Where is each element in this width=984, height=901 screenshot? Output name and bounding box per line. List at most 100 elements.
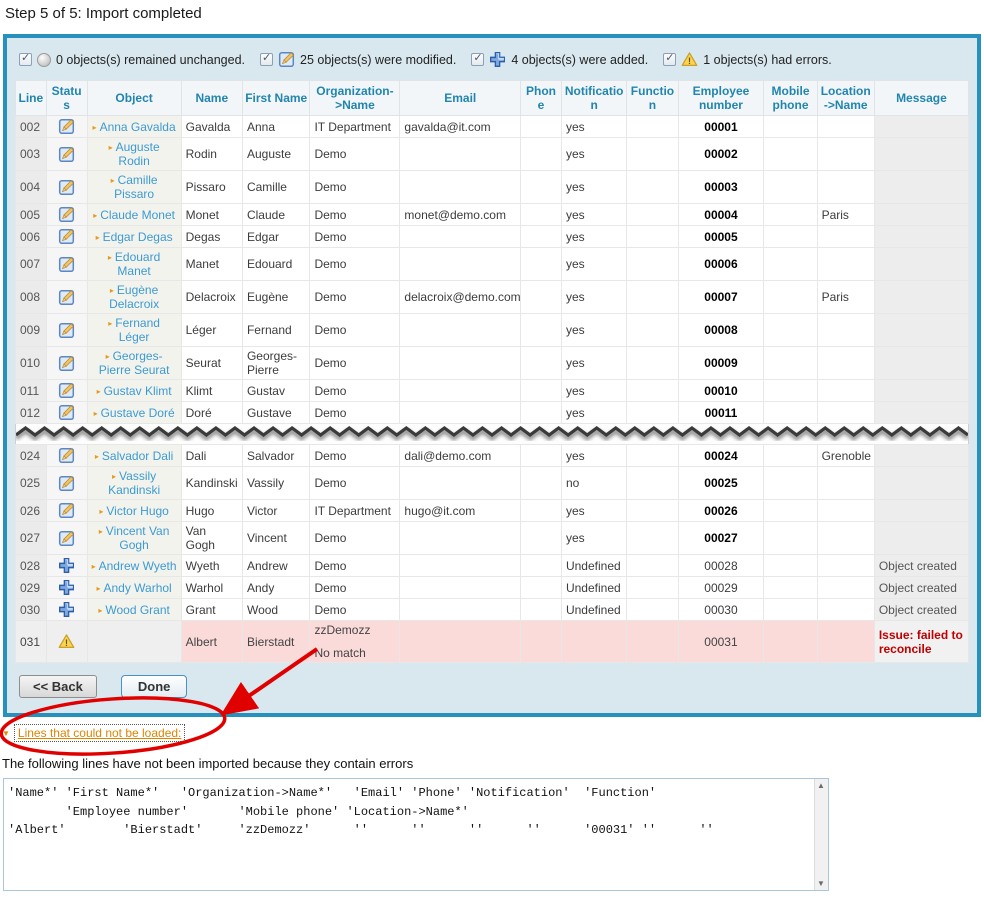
column-header: Mobile phone (764, 81, 817, 116)
scrollbar[interactable]: ▲ ▼ (814, 779, 828, 890)
cell-notification: yes (561, 281, 626, 314)
cell-phone (521, 467, 562, 500)
cell-message: Object created (874, 577, 968, 599)
object-link[interactable]: Fernand Léger (115, 316, 160, 344)
cell-location (817, 555, 874, 577)
object-link[interactable]: Claude Monet (100, 208, 175, 222)
raw-error-lines-text: 'Name*' 'First Name*' 'Organization->Nam… (8, 784, 810, 840)
cell-object (87, 621, 181, 663)
cell-mobile-phone (764, 226, 817, 248)
cell-message (874, 380, 968, 402)
cell-line: 005 (16, 204, 47, 226)
cell-mobile-phone (764, 116, 817, 138)
cell-message (874, 171, 968, 204)
object-link[interactable]: Edouard Manet (115, 250, 160, 278)
object-link[interactable]: Edgar Degas (103, 230, 173, 244)
cell-function (627, 226, 678, 248)
cell-first-name: Vincent (242, 522, 309, 555)
cell-employee-number: 00031 (678, 621, 764, 663)
cell-organization: Demo (310, 445, 400, 467)
added-icon (58, 601, 75, 618)
cell-message (874, 522, 968, 555)
object-link[interactable]: Andy Warhol (103, 581, 171, 595)
caret-down-icon: ▼ (2, 729, 10, 738)
cell-phone (521, 380, 562, 402)
raw-error-lines-box[interactable]: 'Name*' 'First Name*' 'Organization->Nam… (3, 778, 829, 891)
cell-name: Grant (181, 599, 242, 621)
table-row: 010▸Georges-Pierre SeuratSeuratGeorges-P… (16, 347, 969, 380)
column-header: Organization->Name (310, 81, 400, 116)
cell-status (46, 248, 87, 281)
cell-object: ▸Salvador Dali (87, 445, 181, 467)
column-header: Line (16, 81, 47, 116)
cell-notification: yes (561, 171, 626, 204)
scroll-down-icon[interactable]: ▼ (817, 879, 825, 888)
cell-first-name: Gustave (242, 402, 309, 424)
cell-status (46, 138, 87, 171)
cell-email: monet@demo.com (400, 204, 521, 226)
object-bullet-icon: ▸ (108, 319, 112, 328)
object-link[interactable]: Salvador Dali (102, 449, 173, 463)
object-link[interactable]: Victor Hugo (106, 504, 168, 518)
summary-checkbox[interactable]: ✓ (663, 53, 676, 66)
object-link[interactable]: Andrew Wyeth (99, 559, 177, 573)
reconciliation-note: No match (314, 646, 395, 660)
cell-location (817, 314, 874, 347)
cell-message: Issue: failed to reconcile (874, 621, 968, 663)
column-header: Status (46, 81, 87, 116)
cell-mobile-phone (764, 281, 817, 314)
lines-not-loaded-link[interactable]: Lines that could not be loaded: (14, 724, 185, 742)
cell-message (874, 347, 968, 380)
cell-email: dali@demo.com (400, 445, 521, 467)
table-row: 012▸Gustave DoréDoréGustaveDemoyes00011 (16, 402, 969, 424)
cell-notification: Undefined (561, 555, 626, 577)
cell-function (627, 445, 678, 467)
cell-email (400, 599, 521, 621)
added-icon (489, 51, 506, 68)
cell-status (46, 467, 87, 500)
cell-function (627, 380, 678, 402)
done-button[interactable]: Done (121, 675, 188, 698)
summary-checkbox[interactable]: ✓ (19, 53, 32, 66)
cell-employee-number: 00003 (678, 171, 764, 204)
object-link[interactable]: Anna Gavalda (100, 120, 176, 134)
cell-name: Manet (181, 248, 242, 281)
back-button[interactable]: << Back (19, 675, 97, 698)
object-link[interactable]: Wood Grant (105, 603, 169, 617)
object-link[interactable]: Vincent Van Gogh (106, 524, 170, 552)
modified-icon (58, 228, 75, 245)
cell-mobile-phone (764, 467, 817, 500)
cell-phone (521, 500, 562, 522)
object-link[interactable]: Eugène Delacroix (109, 283, 159, 311)
cell-email (400, 226, 521, 248)
table-row: 009▸Fernand LégerLégerFernandDemoyes0000… (16, 314, 969, 347)
cell-organization: Demo (310, 402, 400, 424)
cell-employee-number: 00024 (678, 445, 764, 467)
cell-object: ▸Gustav Klimt (87, 380, 181, 402)
object-link[interactable]: Gustav Klimt (104, 384, 172, 398)
summary-checkbox[interactable]: ✓ (260, 53, 273, 66)
summary-checkbox[interactable]: ✓ (471, 53, 484, 66)
table-row: 027▸Vincent Van GoghVan GoghVincentDemoy… (16, 522, 969, 555)
cell-line: 031 (16, 621, 47, 663)
cell-name: Delacroix (181, 281, 242, 314)
scroll-up-icon[interactable]: ▲ (817, 781, 825, 790)
cell-object: ▸Anna Gavalda (87, 116, 181, 138)
cell-email (400, 621, 521, 663)
check-icon: ✓ (262, 51, 271, 64)
errors-note: The following lines have not been import… (2, 756, 984, 771)
cell-employee-number: 00028 (678, 555, 764, 577)
modified-icon (58, 289, 75, 306)
cell-mobile-phone (764, 522, 817, 555)
object-link[interactable]: Gustave Doré (101, 406, 175, 420)
modified-icon (58, 146, 75, 163)
added-icon (58, 579, 75, 596)
cell-notification: yes (561, 380, 626, 402)
cell-notification: yes (561, 347, 626, 380)
cell-mobile-phone (764, 248, 817, 281)
object-link[interactable]: Auguste Rodin (116, 140, 160, 168)
cell-organization: IT Department (310, 116, 400, 138)
cell-notification: yes (561, 226, 626, 248)
object-link[interactable]: Camille Pissaro (114, 173, 158, 201)
cell-function (627, 555, 678, 577)
